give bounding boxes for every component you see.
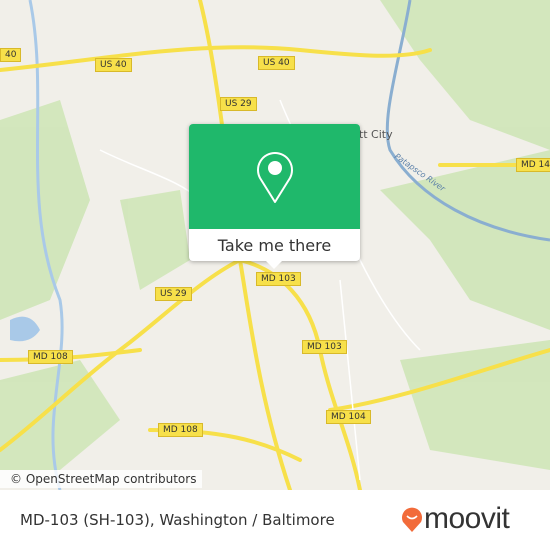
shield-us40-left: 40 [0,48,22,62]
popup-pointer [266,261,282,269]
shield-us29-b: US 29 [155,287,192,301]
popup-header [189,124,360,229]
shield-md104: MD 104 [326,410,371,424]
moovit-pin-icon [402,507,422,532]
moovit-logo-text: moovit [424,502,510,535]
shield-md108-a: MD 108 [28,350,73,364]
shield-us40-a: US 40 [95,58,132,72]
map-attribution[interactable]: © OpenStreetMap contributors [0,470,203,488]
footer: MD-103 (SH-103), Washington / Baltimore … [0,490,550,550]
location-title: MD-103 (SH-103), Washington / Baltimore [20,511,335,529]
map-pin-icon [256,151,293,203]
shield-md108-b: MD 108 [158,423,203,437]
shield-md103-a: MD 103 [256,272,301,286]
shield-md103-b: MD 103 [302,340,347,354]
shield-md14: MD 14 [516,158,550,172]
take-me-there-button[interactable]: Take me there [189,229,360,261]
directions-popup[interactable]: Take me there [189,124,360,261]
shield-us29-a: US 29 [220,97,257,111]
moovit-logo[interactable]: moovit [400,502,510,536]
shield-us40-b: US 40 [258,56,295,70]
